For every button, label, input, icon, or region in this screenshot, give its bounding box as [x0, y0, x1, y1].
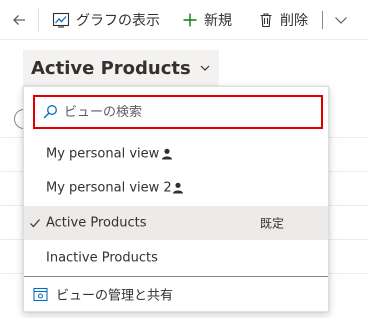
new-label: 新規 — [204, 13, 232, 29]
view-search-input[interactable] — [64, 104, 304, 120]
command-bar: グラフの表示 新規 削除 — [0, 0, 369, 40]
view-search-box[interactable] — [33, 95, 323, 129]
chart-icon — [52, 12, 70, 28]
back-button[interactable] — [8, 9, 30, 31]
view-selector-button[interactable]: Active Products — [23, 50, 219, 86]
delete-label: 削除 — [280, 13, 308, 29]
view-dropdown: My personal view My personal view 2 Acti… — [23, 86, 329, 312]
toolbar-divider — [38, 8, 39, 32]
view-option-label: My personal view 2 — [46, 180, 172, 196]
trash-icon — [260, 13, 272, 28]
view-option-my-personal-view[interactable]: My personal view — [24, 137, 328, 171]
delete-button[interactable]: 削除 — [258, 8, 308, 32]
checkmark-icon — [30, 219, 40, 228]
search-icon — [43, 105, 57, 119]
view-option-label: Inactive Products — [46, 250, 158, 266]
new-button[interactable]: 新規 — [182, 8, 232, 32]
plus-icon — [183, 13, 197, 27]
chevron-down-icon — [200, 65, 210, 71]
chevron-down-icon[interactable] — [333, 12, 349, 28]
view-option-my-personal-view-2[interactable]: My personal view 2 — [24, 171, 328, 205]
person-icon — [173, 182, 183, 194]
view-option-inactive-products[interactable]: Inactive Products — [24, 241, 328, 275]
view-option-active-products[interactable]: Active Products 既定 — [24, 206, 328, 240]
person-icon — [162, 148, 172, 160]
show-chart-button[interactable]: グラフの表示 — [52, 8, 160, 32]
manage-and-share-views-button[interactable]: ビューの管理と共有 — [24, 277, 328, 311]
manage-views-label: ビューの管理と共有 — [56, 288, 174, 304]
back-arrow-icon — [13, 15, 25, 25]
view-option-label: My personal view — [46, 146, 160, 162]
default-view-badge: 既定 — [260, 216, 285, 231]
manage-views-icon — [33, 287, 48, 302]
toolbar-divider — [322, 11, 323, 29]
view-option-label: Active Products — [46, 215, 147, 231]
show-chart-label: グラフの表示 — [76, 13, 160, 29]
view-title: Active Products — [31, 57, 191, 79]
